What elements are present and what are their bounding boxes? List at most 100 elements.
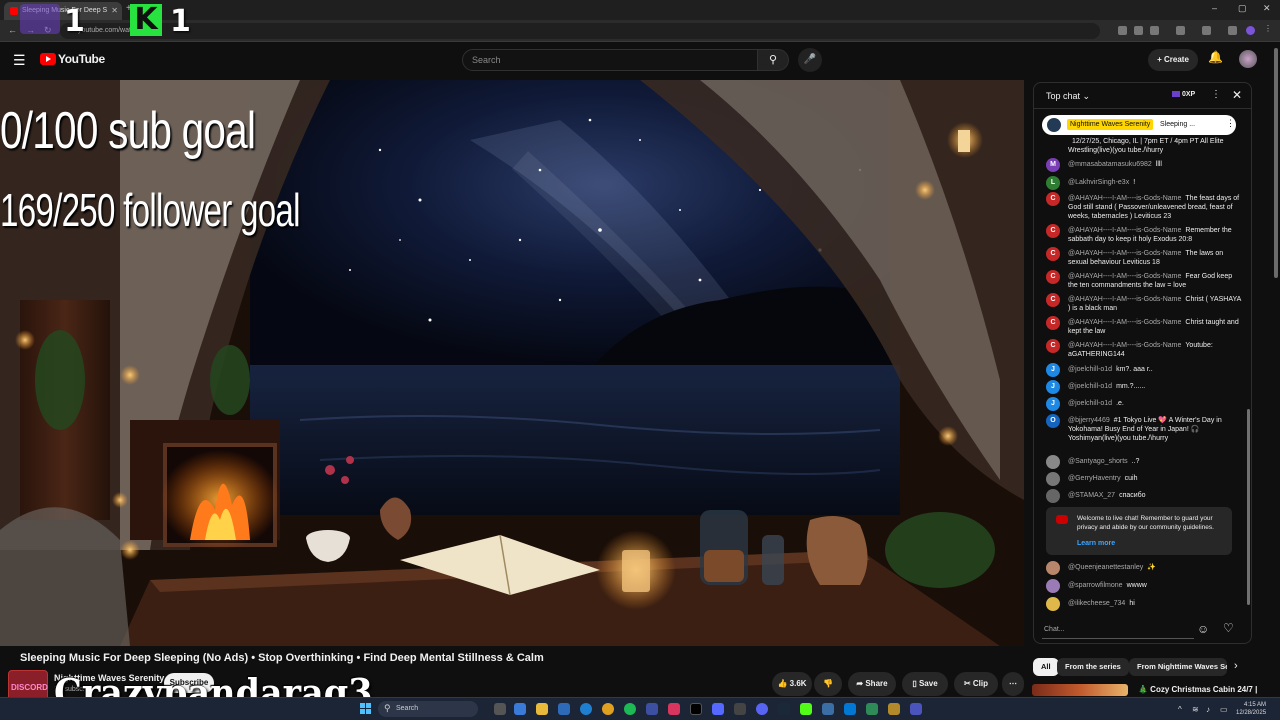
steam-icon[interactable] <box>778 703 790 715</box>
tiktok-icon[interactable] <box>690 703 702 715</box>
chat-author-name[interactable]: @joelchill-o1d <box>1068 400 1112 407</box>
chat-more-icon[interactable]: ⋮ <box>1211 89 1221 100</box>
windows-start-icon[interactable] <box>360 703 372 715</box>
chip-from-channel[interactable]: From Nighttime Waves Se <box>1129 658 1227 676</box>
voice-search-mic-icon[interactable]: 🎤 <box>798 48 822 72</box>
chat-message[interactable]: L @LakhvirSingh-e3x! <box>1046 176 1242 190</box>
chat-scrollbar[interactable] <box>1247 409 1250 605</box>
battery-icon[interactable]: ▭ <box>1220 705 1228 714</box>
cast-icon[interactable] <box>1118 26 1127 35</box>
chat-author-name[interactable]: @bjjerry4469 <box>1068 417 1110 424</box>
chat-input[interactable]: Chat... <box>1042 623 1194 639</box>
chat-author-name[interactable]: @LakhvirSingh-e3x <box>1068 179 1129 186</box>
video-player[interactable]: 0/100 sub goal 169/250 follower goal <box>0 80 1024 646</box>
volume-icon[interactable]: ♪ <box>1206 705 1210 714</box>
app-icon-3[interactable] <box>712 703 724 715</box>
chat-message[interactable]: @sparrowfilmone wwww <box>1046 579 1242 593</box>
sidebar-icon[interactable] <box>1202 26 1211 35</box>
teams-icon[interactable] <box>910 703 922 715</box>
chat-author-name[interactable]: @Queenjeanettestanley <box>1068 564 1143 571</box>
chat-author-avatar[interactable]: C <box>1046 316 1060 330</box>
chat-author-avatar[interactable] <box>1046 489 1060 503</box>
chat-author-name[interactable]: @AHAYAH----I-AM----is-Gods-Name <box>1068 227 1181 234</box>
zoom-icon[interactable] <box>1134 26 1143 35</box>
chip-from-series[interactable]: From the series <box>1057 658 1129 676</box>
url-field[interactable]: youtube.com/wat... UCl-s... <box>60 23 1100 39</box>
chat-author-name[interactable]: @AHAYAH----I-AM----is-Gods-Name <box>1068 319 1181 326</box>
chat-author-name[interactable]: @AHAYAH----I-AM----is-Gods-Name <box>1068 273 1181 280</box>
youtube-logo-text[interactable]: YouTube <box>58 52 105 66</box>
spotify-icon[interactable] <box>624 703 636 715</box>
chat-author-avatar[interactable] <box>1046 455 1060 469</box>
chat-message[interactable]: C @AHAYAH----I-AM----is-Gods-Name The laws… <box>1046 247 1242 267</box>
chip-all[interactable]: All <box>1033 658 1059 676</box>
emoji-icon[interactable]: ☺ <box>1197 622 1209 636</box>
pinned-message[interactable]: Nighttime Waves Serenity Sleeping ... ⋮ <box>1042 115 1236 135</box>
chat-message[interactable]: @Queenjeanettestanley ✨ <box>1046 561 1242 575</box>
heart-icon[interactable]: ♡ <box>1223 621 1234 635</box>
extensions-icon[interactable] <box>1176 26 1185 35</box>
chat-author-avatar[interactable]: C <box>1046 293 1060 307</box>
account-avatar[interactable] <box>1239 50 1257 68</box>
task-view-icon[interactable] <box>494 703 506 715</box>
discord-icon[interactable] <box>756 703 768 715</box>
chat-message[interactable]: @Santyago_shorts..? <box>1046 455 1242 469</box>
downloads-icon[interactable] <box>1228 26 1237 35</box>
chat-author-avatar[interactable] <box>1046 597 1060 611</box>
chat-author-name[interactable]: @joelchill-o1d <box>1068 366 1112 373</box>
chat-message[interactable]: @GerryHaventry cuih <box>1046 472 1242 486</box>
chat-message[interactable]: C @AHAYAH----I-AM----is-Gods-Name The feas… <box>1046 192 1242 221</box>
chat-message[interactable]: @ilikecheese_734 hi <box>1046 597 1242 611</box>
chat-author-avatar[interactable]: J <box>1046 380 1060 394</box>
recommendation-title[interactable]: 🎄 Cozy Christmas Cabin 24/7 | <box>1138 685 1257 694</box>
page-scrollbar[interactable] <box>1274 48 1278 278</box>
chat-author-name[interactable]: @AHAYAH----I-AM----is-Gods-Name <box>1068 342 1181 349</box>
back-arrow-icon[interactable]: ← <box>8 25 17 35</box>
chat-message[interactable]: C @AHAYAH----I-AM----is-Gods-Name Christ (… <box>1046 293 1242 313</box>
chat-message[interactable]: J @joelchill-o1d km?. aaa r.. <box>1046 363 1242 377</box>
youtube-logo-icon[interactable] <box>40 53 56 65</box>
recommendation-thumbnail[interactable] <box>1032 684 1128 696</box>
chat-author-name[interactable]: @AHAYAH----I-AM----is-Gods-Name <box>1068 250 1181 257</box>
file-explorer-icon[interactable] <box>536 703 548 715</box>
chat-author-avatar[interactable]: C <box>1046 192 1060 206</box>
hamburger-menu-icon[interactable]: ☰ <box>13 52 26 69</box>
edge-icon[interactable] <box>580 703 592 715</box>
chevron-right-icon[interactable]: › <box>1234 660 1238 672</box>
xbox-icon[interactable] <box>866 703 878 715</box>
kick-app-icon[interactable] <box>800 703 812 715</box>
create-button[interactable]: + Create <box>1148 49 1198 71</box>
chat-message[interactable]: 12/27/25, Chicago, IL | 7pm ET / 4pm PT … <box>1046 135 1242 155</box>
window-minimize-button[interactable]: – <box>1212 3 1217 13</box>
app-icon-4[interactable] <box>734 703 746 715</box>
tray-chevron-icon[interactable]: ^ <box>1178 705 1182 714</box>
chat-message[interactable]: O @bjjerry4469 #1 Tokyo Live 💖 A Winter's … <box>1046 414 1242 443</box>
chat-author-avatar[interactable]: C <box>1046 339 1060 353</box>
chat-author-name[interactable]: @AHAYAH----I-AM----is-Gods-Name <box>1068 195 1181 202</box>
pinned-more-icon[interactable]: ⋮ <box>1226 118 1235 129</box>
chat-author-name[interactable]: @Santyago_shorts <box>1068 458 1128 465</box>
browser-menu-icon[interactable]: ⋮ <box>1264 24 1273 33</box>
app-icon-5[interactable] <box>822 703 834 715</box>
dislike-button[interactable]: 👎 <box>814 672 842 696</box>
chat-message[interactable]: M @mmasabatamasuku6982 llll <box>1046 158 1242 172</box>
chat-message[interactable]: J @joelchill-o1d mm.?...... <box>1046 380 1242 394</box>
chat-author-avatar[interactable] <box>1046 472 1060 486</box>
chat-message[interactable]: C @AHAYAH----I-AM----is-Gods-Name Remember… <box>1046 224 1242 244</box>
chat-author-name[interactable]: @joelchill-o1d <box>1068 383 1112 390</box>
window-close-button[interactable]: ✕ <box>1263 3 1271 14</box>
save-button[interactable]: ▯ Save <box>902 672 948 696</box>
chat-author-name[interactable]: @GerryHaventry <box>1068 475 1121 482</box>
clip-button[interactable]: ✂ Clip <box>954 672 998 696</box>
chat-author-avatar[interactable]: L <box>1046 176 1060 190</box>
window-maximize-button[interactable]: ▢ <box>1238 3 1247 14</box>
search-input[interactable]: Search <box>462 49 758 71</box>
tab-close-icon[interactable]: ✕ <box>111 6 118 15</box>
chat-author-name[interactable]: @STAMAX_27 <box>1068 492 1115 499</box>
chat-author-avatar[interactable]: J <box>1046 363 1060 377</box>
chat-author-avatar[interactable]: M <box>1046 158 1060 172</box>
widgets-icon[interactable] <box>514 703 526 715</box>
chat-author-avatar[interactable]: C <box>1046 247 1060 261</box>
chat-author-avatar[interactable]: O <box>1046 414 1060 428</box>
more-actions-button[interactable]: ⋯ <box>1002 672 1024 696</box>
